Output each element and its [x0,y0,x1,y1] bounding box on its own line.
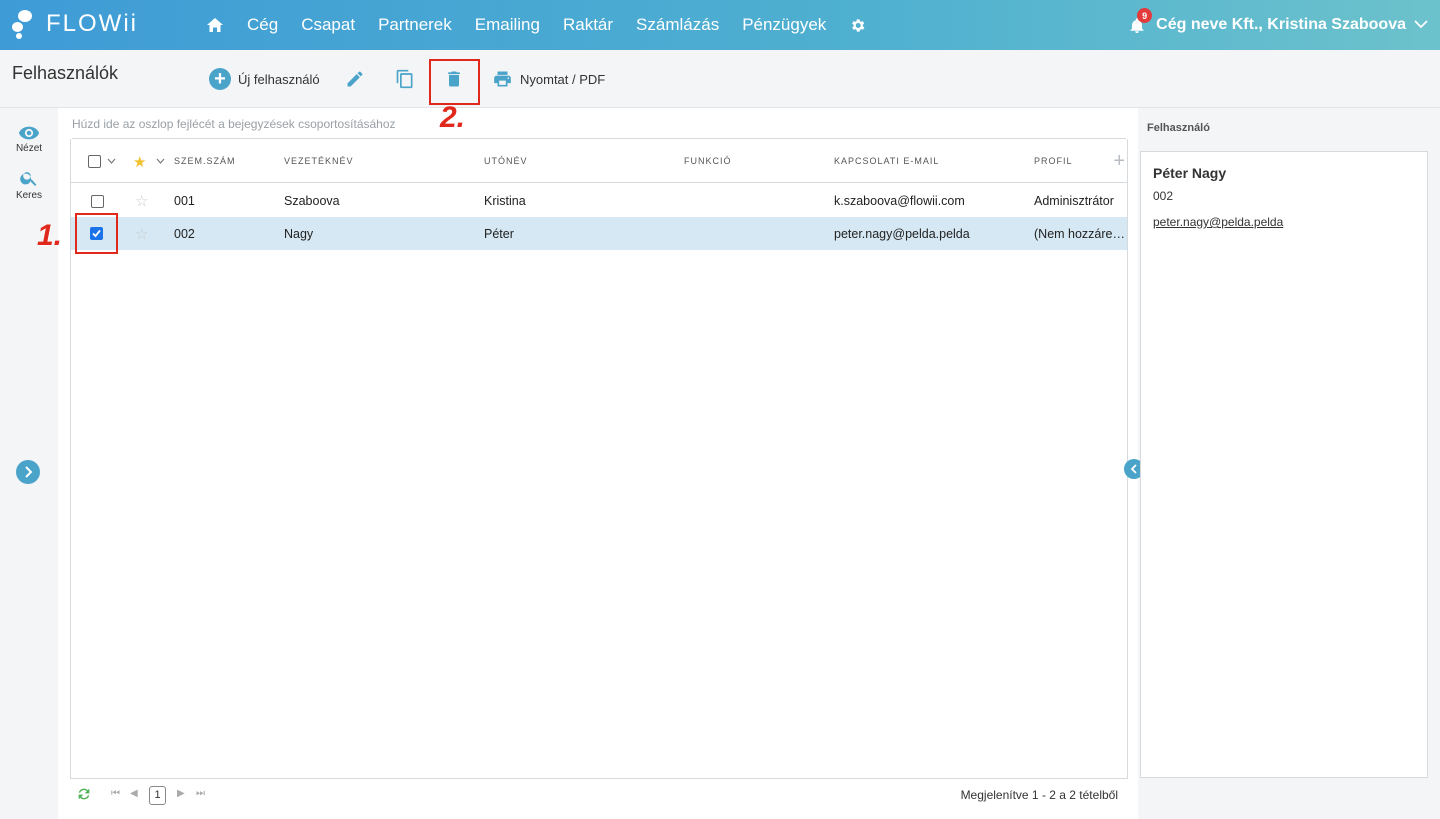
column-header-first-name[interactable]: UTÓNÉV [484,156,528,166]
add-column-plus-icon[interactable]: + [1113,150,1125,173]
home-icon[interactable] [206,17,224,33]
top-navigation-bar: FLOWii Cég Csapat Partnerek Emailing Rak… [0,0,1440,50]
chevron-left-icon [1130,464,1137,474]
prev-page-icon[interactable]: ◀ [130,788,138,799]
first-page-icon[interactable]: ⏮ [111,788,120,799]
column-header-profile[interactable]: PROFIL [1034,156,1073,166]
page-title: Felhasználók [12,63,119,83]
detail-user-name: Péter Nagy [1153,165,1227,181]
column-header-id[interactable]: SZEM.SZÁM [174,156,236,166]
tab-user[interactable]: Felhasználó [1147,122,1210,134]
brand-name: FLOWii [46,10,138,37]
page-toolbar: Felhasználók + Új felhasználó Nyomtat / … [0,50,1440,108]
detail-panel: Felhasználó Péter Nagy 002 peter.nagy@pe… [1140,108,1440,819]
plus-circle-icon: + [209,68,231,90]
favorite-star-icon[interactable]: ☆ [135,225,148,243]
search-button[interactable]: Keres [0,168,58,201]
detail-user-id: 002 [1153,189,1174,203]
cell-id: 001 [174,194,195,208]
select-all-checkbox[interactable] [88,155,101,168]
group-by-drop-zone[interactable]: Húzd ide az oszlop fejlécét a bejegyzése… [72,117,1126,139]
last-page-icon[interactable]: ⏭ [196,788,205,799]
cell-id: 002 [174,227,195,241]
edit-button[interactable] [345,69,365,89]
pager-status: Megjelenítve 1 - 2 a 2 tételből [960,788,1118,802]
settings-gear-icon[interactable] [849,17,866,34]
column-header-email[interactable]: KAPCSOLATI E-MAIL [834,156,939,166]
notification-bell-icon[interactable]: 9 [1130,8,1153,34]
left-side-rail: Nézet Keres [0,108,58,819]
chevron-right-icon [25,466,33,478]
new-user-button[interactable]: + Új felhasználó [209,68,320,90]
cell-first-name: Péter [484,227,514,241]
detail-user-email-link[interactable]: peter.nagy@pelda.pelda [1153,215,1283,229]
cell-last-name: Nagy [284,227,314,241]
search-label: Keres [15,190,43,201]
nav-item-raktar[interactable]: Raktár [563,15,613,35]
annotation-step-2: 2. [440,101,466,134]
copy-button[interactable] [395,68,415,90]
nav-item-emailing[interactable]: Emailing [475,15,540,35]
copy-icon [396,69,413,89]
cell-profile: Adminisztrátor [1034,194,1114,208]
user-company-name: Cég neve Kft., Kristina Szaboova [1156,16,1406,33]
favorite-star-icon[interactable]: ★ [133,153,146,171]
next-page-icon[interactable]: ▶ [177,788,185,799]
print-pdf-button[interactable]: Nyomtat / PDF [492,69,605,89]
annotation-box-delete [429,59,480,105]
annotation-box-checkbox [75,213,118,254]
cell-profile: (Nem hozzáre… [1034,227,1125,241]
cell-last-name: Szaboova [284,194,340,208]
table-row[interactable]: ☆ 001 Szaboova Kristina k.szaboova@flowi… [71,184,1127,217]
nav-item-partnerek[interactable]: Partnerek [378,15,452,35]
nav-item-penzugyek[interactable]: Pénzügyek [742,15,826,35]
chevron-down-icon[interactable] [156,156,165,166]
main-content: Húzd ide az oszlop fejlécét a bejegyzése… [58,108,1138,819]
column-header-last-name[interactable]: VEZETÉKNÉV [284,156,354,166]
column-header-function[interactable]: FUNKCIÓ [684,156,732,166]
eye-icon [18,126,40,140]
flowii-logo[interactable]: FLOWii [12,8,138,40]
grid-header: ★ SZEM.SZÁM VEZETÉKNÉV UTÓNÉV FUNKCIÓ KA… [71,139,1127,183]
nav-item-szamlazas[interactable]: Számlázás [636,15,719,35]
view-label: Nézet [15,143,43,154]
users-grid: ★ SZEM.SZÁM VEZETÉKNÉV UTÓNÉV FUNKCIÓ KA… [70,139,1128,779]
flowii-logo-icon [12,8,38,40]
user-menu[interactable]: 9 Cég neve Kft., Kristina Szaboova [1130,0,1428,50]
grid-pager: ⏮ ◀ 1 ▶ ⏭ Megjelenítve 1 - 2 a 2 tételbő… [70,784,1128,808]
new-user-label: Új felhasználó [238,71,320,87]
printer-icon [494,71,511,87]
favorite-star-icon[interactable]: ☆ [135,192,148,210]
notification-count-badge: 9 [1137,8,1153,23]
chevron-down-icon[interactable] [107,156,116,166]
refresh-icon[interactable] [76,786,92,805]
user-detail-card: Péter Nagy 002 peter.nagy@pelda.pelda [1140,151,1428,778]
current-page[interactable]: 1 [149,786,166,805]
expand-left-panel-button[interactable] [16,460,40,484]
pencil-icon [347,71,363,87]
view-button[interactable]: Nézet [0,125,58,154]
cell-first-name: Kristina [484,194,526,208]
row-checkbox[interactable] [91,195,104,208]
cell-email: peter.nagy@pelda.pelda [834,227,970,241]
print-pdf-label: Nyomtat / PDF [520,71,606,87]
cell-email: k.szaboova@flowii.com [834,194,965,208]
nav-item-ceg[interactable]: Cég [247,15,278,35]
table-row[interactable]: ☆ 002 Nagy Péter peter.nagy@pelda.pelda … [71,217,1127,250]
chevron-down-icon[interactable] [1414,16,1428,34]
search-icon [20,172,37,186]
nav-item-csapat[interactable]: Csapat [301,15,355,35]
main-nav: Cég Csapat Partnerek Emailing Raktár Szá… [206,0,889,50]
annotation-step-1: 1. [37,219,63,252]
